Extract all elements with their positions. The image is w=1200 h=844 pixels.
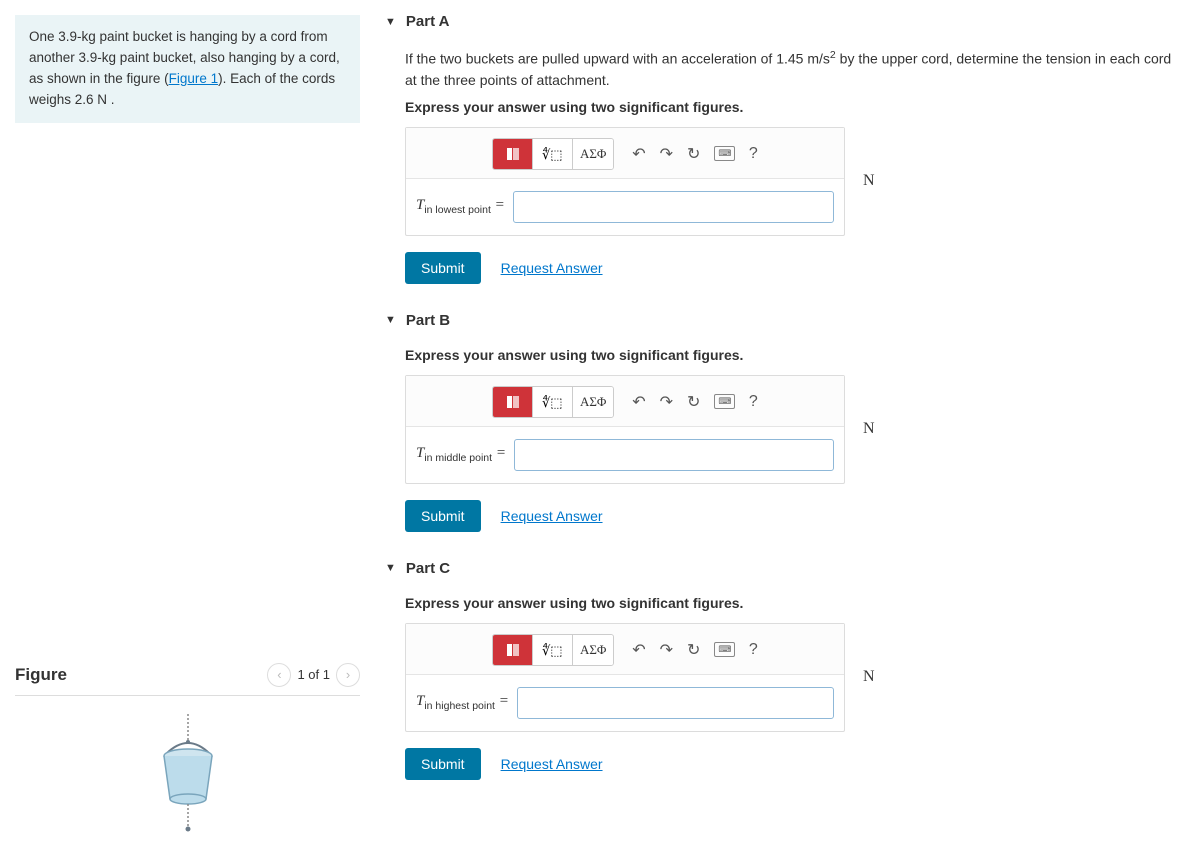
reset-icon[interactable]: ↻: [687, 144, 700, 164]
prompt-unit: m/s: [807, 51, 830, 67]
svg-text:∜⬚: ∜⬚: [542, 147, 563, 162]
part-c-title: Part C: [406, 560, 450, 577]
flag-icon[interactable]: [493, 139, 533, 169]
caret-down-icon: ▼: [385, 16, 396, 28]
part-a-header[interactable]: ▼ Part A: [385, 5, 1185, 38]
part-a-title: Part A: [406, 13, 450, 30]
caret-down-icon: ▼: [385, 562, 396, 574]
prompt-prefix: If the two buckets are pulled upward wit…: [405, 51, 807, 67]
svg-text:∜⬚: ∜⬚: [542, 395, 563, 410]
part-c-unit: N: [857, 668, 881, 686]
figure-next-button[interactable]: ›: [336, 663, 360, 687]
keyboard-icon[interactable]: ⌨: [714, 642, 735, 657]
figure-link[interactable]: Figure 1: [169, 71, 219, 86]
part-c-sigfigs: Express your answer using two significan…: [405, 595, 1185, 611]
part-b-variable: Tin middle point =: [416, 445, 506, 464]
undo-icon[interactable]: ↶: [632, 392, 645, 412]
help-icon[interactable]: ?: [749, 641, 758, 659]
part-a-sigfigs: Express your answer using two significan…: [405, 99, 1185, 115]
redo-icon[interactable]: ↷: [660, 392, 673, 412]
flag-icon[interactable]: [493, 387, 533, 417]
flag-icon[interactable]: [493, 635, 533, 665]
root-template-button[interactable]: ∜⬚: [533, 139, 573, 169]
reset-icon[interactable]: ↻: [687, 392, 700, 412]
figure-panel: Figure ‹ 1 of 1 ›: [15, 663, 360, 834]
part-c-submit-button[interactable]: Submit: [405, 748, 481, 780]
part-b-answer-frame: ∜⬚ ΑΣΦ ↶ ↷ ↻ ⌨ ? Tin middle point =: [405, 375, 845, 484]
part-c-answer-frame: ∜⬚ ΑΣΦ ↶ ↷ ↻ ⌨ ? Tin highest point =: [405, 623, 845, 732]
part-b-unit: N: [857, 420, 881, 438]
greek-letters-button[interactable]: ΑΣΦ: [573, 387, 613, 417]
undo-icon[interactable]: ↶: [632, 640, 645, 660]
part-b-sigfigs: Express your answer using two significan…: [405, 347, 1185, 363]
root-template-button[interactable]: ∜⬚: [533, 635, 573, 665]
part-b-title: Part B: [406, 312, 450, 329]
keyboard-icon[interactable]: ⌨: [714, 146, 735, 161]
greek-letters-button[interactable]: ΑΣΦ: [573, 635, 613, 665]
redo-icon[interactable]: ↷: [660, 144, 673, 164]
keyboard-icon[interactable]: ⌨: [714, 394, 735, 409]
help-icon[interactable]: ?: [749, 145, 758, 163]
reset-icon[interactable]: ↻: [687, 640, 700, 660]
greek-letters-button[interactable]: ΑΣΦ: [573, 139, 613, 169]
part-a-input[interactable]: [513, 191, 834, 223]
part-b-submit-button[interactable]: Submit: [405, 500, 481, 532]
equation-toolbar: ∜⬚ ΑΣΦ ↶ ↷ ↻ ⌨ ?: [406, 376, 844, 427]
caret-down-icon: ▼: [385, 314, 396, 326]
part-a-unit: N: [857, 172, 881, 190]
figure-prev-button[interactable]: ‹: [267, 663, 291, 687]
part-b-header[interactable]: ▼ Part B: [385, 304, 1185, 337]
part-a-prompt: If the two buckets are pulled upward wit…: [405, 48, 1185, 91]
part-b-request-answer[interactable]: Request Answer: [501, 508, 603, 524]
part-a-variable: Tin lowest point =: [416, 197, 505, 216]
part-a-submit-button[interactable]: Submit: [405, 252, 481, 284]
equation-toolbar: ∜⬚ ΑΣΦ ↶ ↷ ↻ ⌨ ?: [406, 624, 844, 675]
equation-toolbar: ∜⬚ ΑΣΦ ↶ ↷ ↻ ⌨ ?: [406, 128, 844, 179]
part-a-request-answer[interactable]: Request Answer: [501, 260, 603, 276]
bucket-illustration: [148, 714, 228, 834]
root-template-button[interactable]: ∜⬚: [533, 387, 573, 417]
undo-icon[interactable]: ↶: [632, 144, 645, 164]
svg-text:∜⬚: ∜⬚: [542, 643, 563, 658]
part-c-input[interactable]: [517, 687, 834, 719]
part-b-input[interactable]: [514, 439, 834, 471]
redo-icon[interactable]: ↷: [660, 640, 673, 660]
part-c-header[interactable]: ▼ Part C: [385, 552, 1185, 585]
part-a-answer-frame: ∜⬚ ΑΣΦ ↶ ↷ ↻ ⌨ ? Tin lowest: [405, 127, 845, 236]
figure-title: Figure: [15, 665, 67, 685]
figure-counter: 1 of 1: [297, 667, 330, 682]
part-c-request-answer[interactable]: Request Answer: [501, 756, 603, 772]
problem-statement: One 3.9-kg paint bucket is hanging by a …: [15, 15, 360, 123]
part-c-variable: Tin highest point =: [416, 693, 509, 712]
help-icon[interactable]: ?: [749, 393, 758, 411]
